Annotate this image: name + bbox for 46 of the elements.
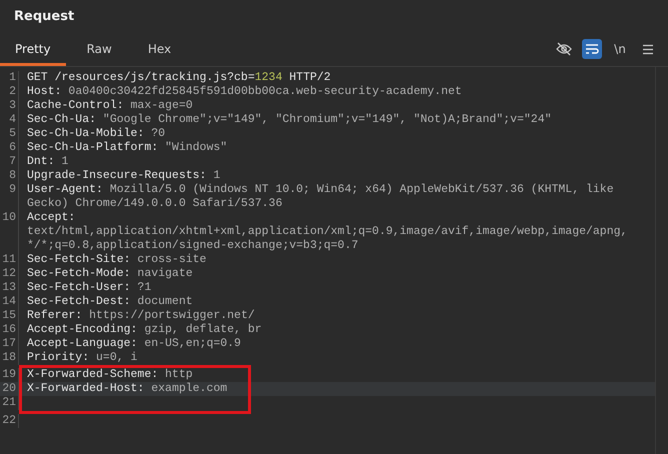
- line-number: 1: [0, 71, 19, 85]
- code-line: Accept-Language: en-US,en;q=0.9: [27, 337, 242, 351]
- code-line: Sec-Ch-Ua-Mobile: ?0: [27, 127, 166, 141]
- line-number: 8: [0, 169, 19, 183]
- line-number: 7: [0, 155, 19, 169]
- code-line: Sec-Ch-Ua: "Google Chrome";v="149", "Chromium";v="149", "Not)A;Brand";v="24": [27, 113, 552, 127]
- line-number: 11: [0, 253, 19, 267]
- code-line: Accept-Encoding: gzip, deflate, br: [27, 323, 263, 337]
- line-number: 4: [0, 113, 19, 127]
- line-number: 3: [0, 99, 19, 113]
- line-number: 22: [0, 414, 19, 428]
- line-number: 9: [0, 183, 19, 211]
- view-tab[interactable]: Pretty: [0, 32, 66, 66]
- line-number: 13: [0, 281, 19, 295]
- line-number: 14: [0, 295, 19, 309]
- line-number: 6: [0, 141, 19, 155]
- code-line: Sec-Fetch-User: ?1: [27, 281, 152, 295]
- code-line: Sec-Ch-Ua-Platform: "Windows": [27, 141, 228, 155]
- line-number: 20: [0, 382, 19, 396]
- line-number: 18: [0, 351, 19, 365]
- newline-toggle[interactable]: \n: [610, 39, 630, 59]
- code-line: User-Agent: Mozilla/5.0 (Windows NT 10.0; Win64; x64) AppleWebKit/537.36 (KHTML, like Gecko) Chrome/149.0.0.0 Safari/537.36: [27, 183, 615, 211]
- code-line: Host: 0a0400c30422fd25845f591d00bb00ca.web-security-academy.net: [27, 85, 463, 99]
- code-line: X-Forwarded-Host: example.com: [27, 382, 228, 396]
- line-number: 2: [0, 85, 19, 99]
- panel-title: Request: [14, 8, 74, 24]
- code-line: Cache-Control: max-age=0: [27, 99, 194, 113]
- code-line: Dnt: 1: [27, 155, 70, 169]
- line-number: 16: [0, 323, 19, 337]
- code-line: Sec-Fetch-Mode: navigate: [27, 267, 194, 281]
- line-number: 10: [0, 211, 19, 253]
- code-line: Priority: u=0, i: [27, 351, 138, 365]
- view-tab[interactable]: Hex: [132, 32, 186, 66]
- line-number: 17: [0, 337, 19, 351]
- view-tab[interactable]: Raw: [72, 32, 127, 66]
- code-line: Sec-Fetch-Dest: document: [27, 295, 194, 309]
- code-line: GET /resources/js/tracking.js?cb=1234 HTTP/2: [27, 71, 332, 85]
- line-number: 12: [0, 267, 19, 281]
- code-line: Sec-Fetch-Site: cross-site: [27, 253, 208, 267]
- code-line: Upgrade-Insecure-Requests: 1: [27, 169, 222, 183]
- code-line: Referer: https://portswigger.net/: [27, 309, 256, 323]
- line-number: 5: [0, 127, 19, 141]
- line-number: 21: [0, 396, 19, 410]
- line-number: 15: [0, 309, 19, 323]
- code-line: X-Forwarded-Scheme: http: [27, 368, 194, 382]
- text-wrap-icon[interactable]: [582, 39, 602, 59]
